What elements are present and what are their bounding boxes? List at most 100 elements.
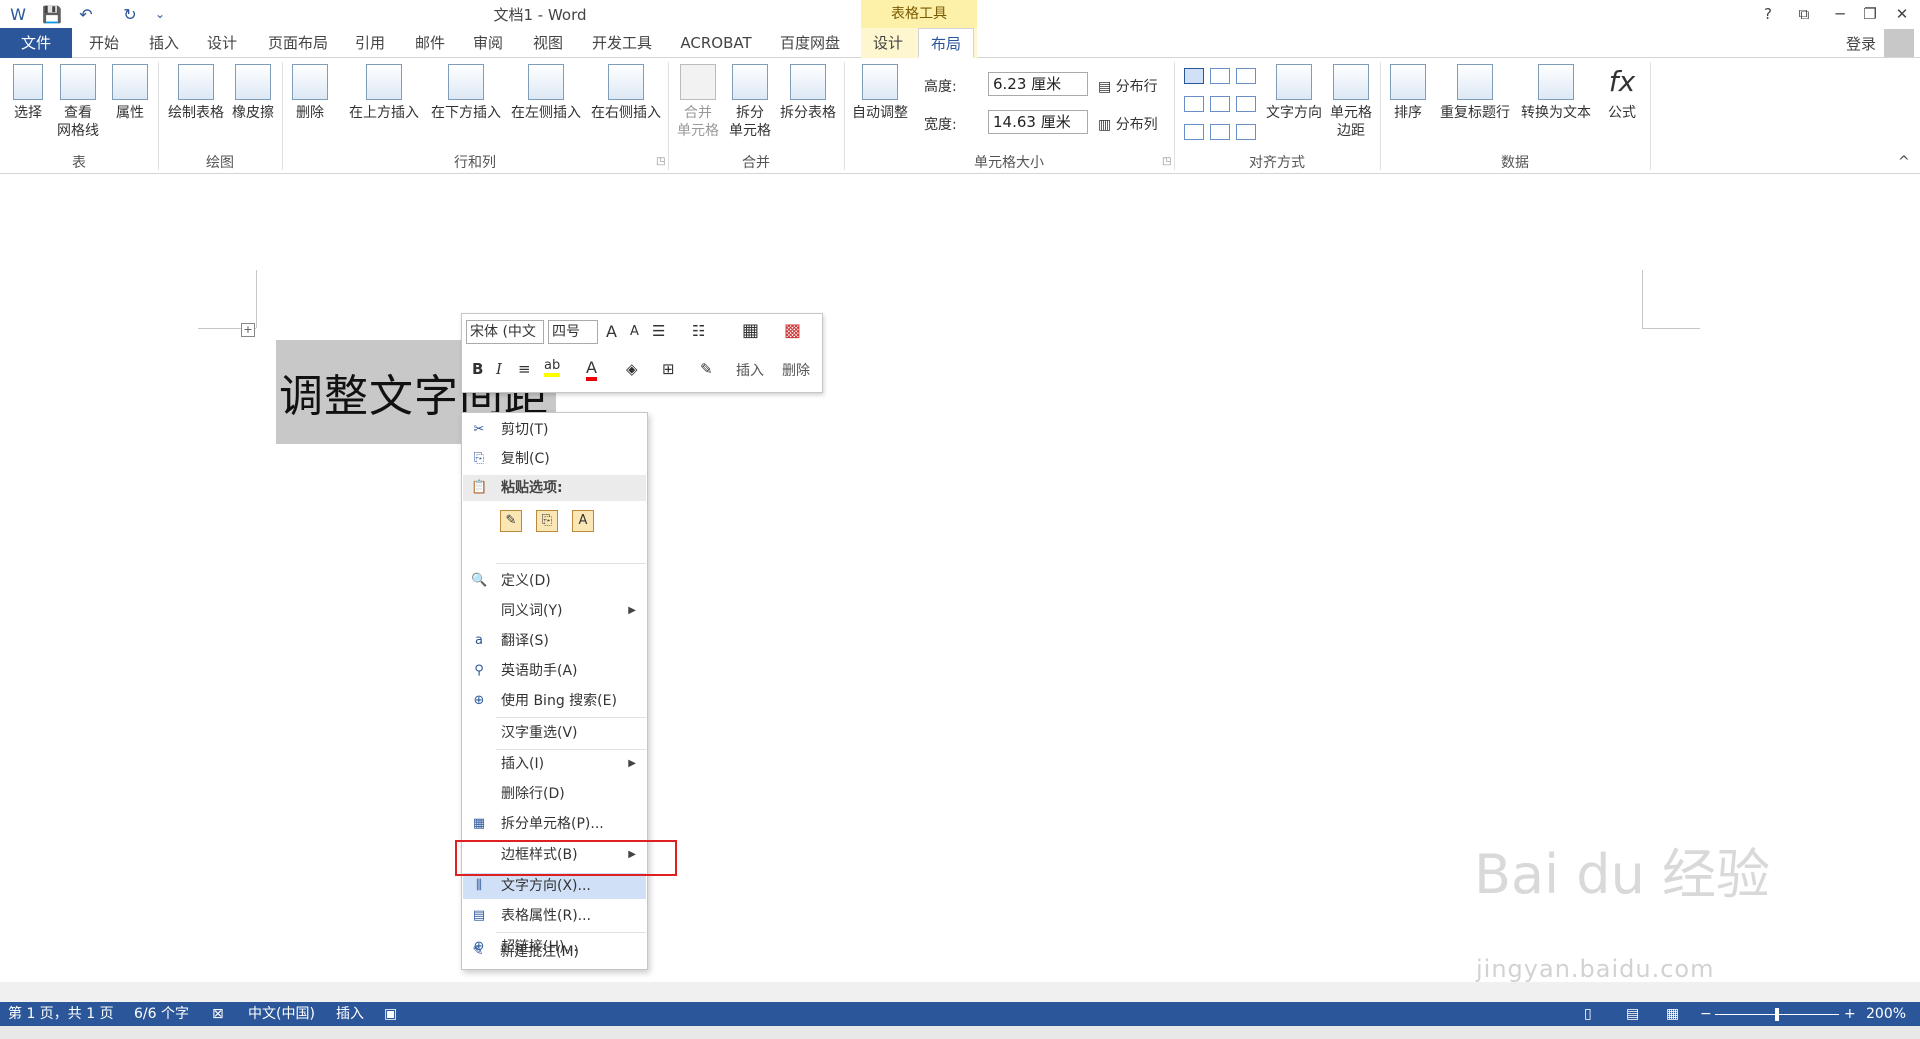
menu-item-translate[interactable]: a 翻译(S): [463, 628, 646, 654]
grow-font-icon[interactable]: A: [606, 322, 617, 341]
collapse-ribbon-icon[interactable]: ^: [1898, 154, 1910, 170]
menu-item-english-assistant[interactable]: ⚲ 英语助手(A): [463, 658, 646, 684]
customize-qat-icon[interactable]: ⌄: [148, 2, 172, 26]
avatar[interactable]: [1884, 29, 1914, 57]
proofing-icon[interactable]: ⊠: [212, 1002, 224, 1026]
tab-references[interactable]: 引用: [348, 28, 392, 58]
paste-merge-formatting-icon[interactable]: ⎘: [536, 510, 558, 532]
read-mode-icon[interactable]: ▯: [1584, 1002, 1592, 1026]
repeat-header-button[interactable]: 重复标题行: [1434, 64, 1516, 122]
split-table-button[interactable]: 拆分表格: [776, 64, 840, 122]
paste-text-only-icon[interactable]: A: [572, 510, 594, 532]
save-icon[interactable]: 💾: [40, 2, 64, 26]
tab-table-layout[interactable]: 布局: [918, 28, 974, 58]
tab-mailings[interactable]: 邮件: [408, 28, 452, 58]
italic-button[interactable]: I: [496, 360, 502, 378]
tab-page-layout[interactable]: 页面布局: [262, 28, 334, 58]
insert-table-icon[interactable]: ▦: [742, 320, 759, 341]
merge-cells-button[interactable]: 合并 单元格: [674, 64, 722, 140]
highlight-button[interactable]: ab: [544, 358, 561, 377]
menu-item-synonyms[interactable]: 同义词(Y) ▶: [463, 598, 646, 624]
menu-item-define[interactable]: 🔍 定义(D): [463, 568, 646, 594]
redo-icon[interactable]: ↻: [118, 2, 142, 26]
align-middle-center-button[interactable]: [1210, 96, 1230, 112]
menu-item-insert[interactable]: 插入(I) ▶: [463, 751, 646, 777]
dialog-launcher-icon[interactable]: ◳: [656, 156, 665, 167]
text-direction-button[interactable]: 文字方向: [1262, 64, 1326, 122]
select-button[interactable]: 选择: [8, 64, 48, 122]
tab-design[interactable]: 设计: [200, 28, 244, 58]
delete-label[interactable]: 删除: [782, 360, 810, 380]
menu-item-copy[interactable]: ⎘ 复制(C): [463, 446, 646, 472]
distribute-rows-button[interactable]: ▤ 分布行: [1098, 76, 1158, 96]
close-icon[interactable]: ✕: [1884, 0, 1920, 28]
eraser-button[interactable]: 橡皮擦: [228, 64, 278, 122]
undo-icon[interactable]: ↶: [74, 2, 98, 26]
height-field[interactable]: 6.23 厘米: [988, 72, 1088, 96]
align-bottom-center-button[interactable]: [1210, 124, 1230, 140]
language-indicator[interactable]: 中文(中国): [248, 1002, 315, 1026]
insert-label[interactable]: 插入: [736, 360, 764, 380]
numbering-icon[interactable]: ☷: [692, 322, 705, 340]
menu-item-table-properties[interactable]: ▤ 表格属性(R)...: [463, 903, 646, 929]
borders-icon[interactable]: ⊞: [662, 360, 675, 378]
cell-margins-button[interactable]: 单元格 边距: [1326, 64, 1376, 140]
tab-baidu-netdisk[interactable]: 百度网盘: [774, 28, 846, 58]
bullets-icon[interactable]: ☰: [652, 322, 665, 340]
shading-icon[interactable]: ◈: [626, 360, 638, 378]
formula-button[interactable]: fx 公式: [1600, 64, 1644, 122]
autofit-button[interactable]: 自动调整: [848, 64, 912, 122]
align-middle-left-button[interactable]: [1184, 96, 1204, 112]
tab-home[interactable]: 开始: [82, 28, 126, 58]
convert-to-text-button[interactable]: 转换为文本: [1516, 64, 1596, 122]
table-properties-button[interactable]: 属性: [108, 64, 152, 122]
insert-left-button[interactable]: 在左侧插入: [506, 64, 586, 122]
tab-insert[interactable]: 插入: [142, 28, 186, 58]
help-icon[interactable]: ?: [1750, 0, 1786, 28]
view-gridlines-button[interactable]: 查看 网格线: [56, 64, 100, 140]
zoom-level[interactable]: 200%: [1866, 1002, 1906, 1026]
align-bottom-right-button[interactable]: [1236, 124, 1256, 140]
tab-review[interactable]: 审阅: [466, 28, 510, 58]
tab-developer[interactable]: 开发工具: [586, 28, 658, 58]
align-top-left-button[interactable]: [1184, 68, 1204, 84]
insert-right-button[interactable]: 在右侧插入: [586, 64, 666, 122]
insert-above-button[interactable]: 在上方插入: [344, 64, 424, 122]
zoom-out-button[interactable]: −: [1700, 1002, 1712, 1026]
sort-button[interactable]: 排序: [1386, 64, 1430, 122]
menu-item-bing-search[interactable]: ⊕ 使用 Bing 搜索(E): [463, 688, 646, 714]
align-middle-right-button[interactable]: [1236, 96, 1256, 112]
tab-view[interactable]: 视图: [526, 28, 570, 58]
menu-item-new-comment[interactable]: ✎ 新建批注(M): [462, 939, 645, 965]
delete-table-icon[interactable]: ▩: [784, 320, 801, 341]
draw-table-button[interactable]: 绘制表格: [164, 64, 228, 122]
align-top-right-button[interactable]: [1236, 68, 1256, 84]
shrink-font-icon[interactable]: A: [630, 324, 639, 339]
ribbon-display-icon[interactable]: ⧉: [1786, 0, 1822, 28]
center-align-button[interactable]: ≡: [518, 360, 531, 378]
font-name-select[interactable]: 宋体 (中文: [466, 320, 544, 344]
tab-acrobat[interactable]: ACROBAT: [674, 28, 758, 58]
tab-table-design[interactable]: 设计: [866, 28, 910, 58]
align-top-center-button[interactable]: [1210, 68, 1230, 84]
menu-item-cut[interactable]: ✂ 剪切(T): [463, 417, 646, 443]
restore-icon[interactable]: ❐: [1852, 0, 1888, 28]
menu-item-split-cells[interactable]: ▦ 拆分单元格(P)...: [463, 811, 646, 837]
font-color-button[interactable]: A: [586, 358, 597, 381]
dialog-launcher-icon[interactable]: ◳: [1162, 156, 1171, 167]
delete-button[interactable]: 删除: [288, 64, 332, 122]
align-bottom-left-button[interactable]: [1184, 124, 1204, 140]
font-size-select[interactable]: 四号: [548, 320, 598, 344]
table-move-handle[interactable]: +: [241, 323, 255, 337]
width-field[interactable]: 14.63 厘米: [988, 110, 1088, 134]
menu-item-delete-row[interactable]: 删除行(D): [463, 781, 646, 807]
split-cells-button[interactable]: 拆分 单元格: [726, 64, 774, 140]
insert-below-button[interactable]: 在下方插入: [426, 64, 506, 122]
page-indicator[interactable]: 第 1 页，共 1 页: [8, 1002, 114, 1026]
menu-item-reconvert[interactable]: 汉字重选(V): [463, 720, 646, 746]
menu-item-text-direction[interactable]: ⫼ 文字方向(X)...: [463, 873, 646, 899]
zoom-in-button[interactable]: +: [1844, 1002, 1856, 1026]
print-layout-icon[interactable]: ▤: [1626, 1002, 1639, 1026]
tab-file[interactable]: 文件: [0, 28, 72, 58]
insert-mode[interactable]: 插入: [336, 1002, 364, 1026]
